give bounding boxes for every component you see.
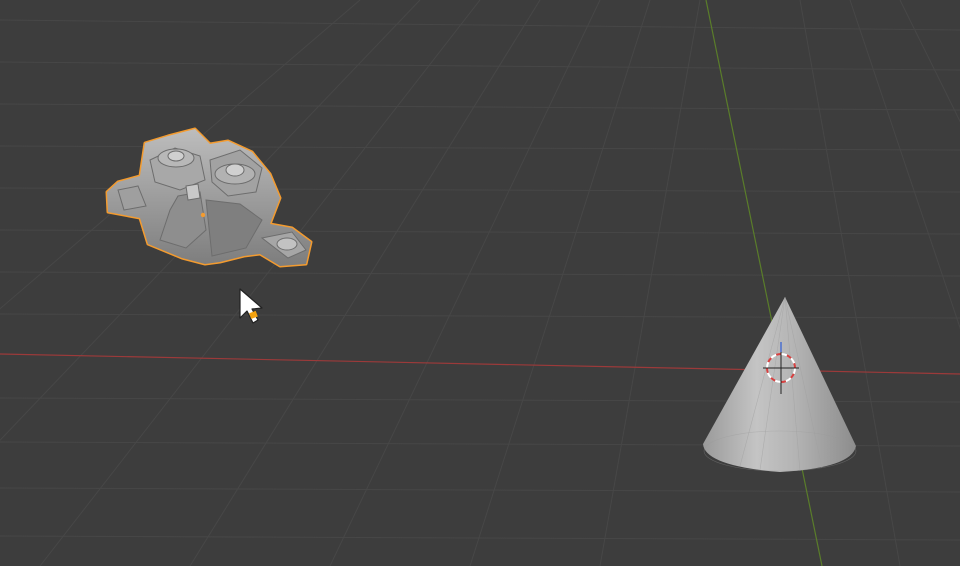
floor-grid <box>0 0 960 566</box>
object-origin-dot <box>200 212 206 218</box>
cone-object[interactable] <box>703 296 857 472</box>
suzanne-object[interactable] <box>105 127 313 268</box>
y-axis-line <box>705 0 823 566</box>
viewport-scene[interactable] <box>0 0 960 566</box>
3d-viewport[interactable] <box>0 0 960 566</box>
